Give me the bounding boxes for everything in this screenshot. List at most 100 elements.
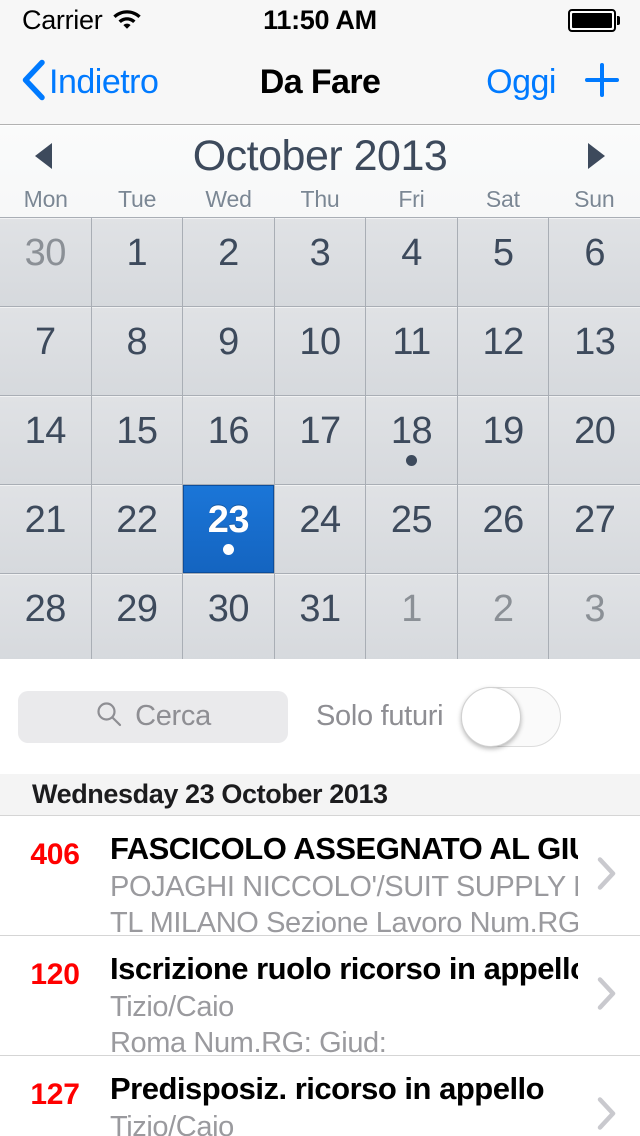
task-row[interactable]: 406 FASCICOLO ASSEGNATO AL GIU... POJAGHI …	[0, 816, 640, 939]
calendar-weekday-fri: Fri	[398, 186, 425, 212]
calendar-day-cell[interactable]: 12	[457, 307, 549, 395]
search-icon	[95, 700, 123, 733]
calendar-day-cell[interactable]: 1	[91, 218, 183, 306]
calendar-day-cell[interactable]: 2	[183, 218, 274, 306]
calendar-day-number: 17	[299, 410, 341, 452]
calendar-weekday-sun: Sun	[574, 186, 615, 212]
calendar-day-cell[interactable]: 19	[457, 396, 549, 484]
calendar-day-cell[interactable]: 9	[183, 307, 274, 395]
app-root: Carrier 11:50 AM Indietro Da Fare Oggi O…	[0, 0, 640, 1136]
calendar-day-number: 19	[482, 410, 524, 452]
calendar-day-cell[interactable]: 30	[183, 574, 274, 662]
navigation-bar: Indietro Da Fare Oggi	[0, 40, 640, 125]
calendar-day-number: 1	[126, 232, 148, 274]
task-row-body: Iscrizione ruolo ricorso in appello Tizio…	[110, 936, 640, 1062]
calendar-day-cell[interactable]: 27	[549, 485, 640, 573]
calendar-weekday-mon: Mon	[23, 186, 68, 212]
chevron-right-icon	[596, 855, 618, 896]
calendar-day-cell[interactable]: 24	[274, 485, 366, 573]
triangle-left-icon[interactable]	[22, 139, 66, 173]
calendar-day-number: 27	[574, 499, 616, 541]
battery-full-icon	[567, 8, 620, 32]
calendar-day-number: 21	[24, 499, 67, 541]
calendar-day-number: 26	[482, 499, 524, 541]
calendar-day-cell[interactable]: 17	[274, 396, 366, 484]
triangle-right-icon[interactable]	[574, 139, 618, 173]
calendar-widget: October 2013 Mon Tue Wed Thu Fri Sat Sun 30 1 2 3…	[0, 126, 640, 662]
calendar-day-cell[interactable]: 3	[549, 574, 640, 662]
calendar-day-cell[interactable]: 6	[549, 218, 640, 306]
calendar-day-cell[interactable]: 28	[0, 574, 91, 662]
calendar-day-cell[interactable]: 3	[274, 218, 366, 306]
calendar-day-cell[interactable]: 14	[0, 396, 91, 484]
calendar-day-cell[interactable]: 16	[183, 396, 274, 484]
calendar-day-cell[interactable]: 2	[457, 574, 549, 662]
calendar-day-cell[interactable]: 23	[183, 485, 274, 573]
future-only-toggle[interactable]	[461, 686, 562, 747]
task-row-sub1: POJAGHI NICCOLO'/SUIT SUPPLY ITAL...	[110, 870, 578, 903]
calendar-day-number: 9	[218, 321, 239, 363]
task-row[interactable]: 120 Iscrizione ruolo ricorso in appello Ti…	[0, 936, 640, 1059]
calendar-header: October 2013	[0, 126, 640, 186]
calendar-grid: 30 1 2 3 4 5 6 7 8 9 10 11 12 13 14 15 16 17 18 19 20 21 22 23 2…	[0, 217, 640, 662]
calendar-day-number: 7	[34, 321, 56, 363]
chevron-right-icon	[596, 1095, 618, 1136]
calendar-day-number: 22	[116, 499, 158, 541]
calendar-day-cell[interactable]: 31	[274, 574, 366, 662]
calendar-day-cell[interactable]: 1	[366, 574, 457, 662]
calendar-day-number: 15	[116, 410, 158, 452]
calendar-day-number: 20	[574, 410, 616, 452]
calendar-month-label: October 2013	[192, 131, 448, 180]
task-row-sub1: Tizio/Caio	[110, 1110, 234, 1136]
calendar-day-cell[interactable]: 29	[91, 574, 183, 662]
calendar-day-number: 29	[116, 588, 158, 630]
task-row-sub1: Tizio/Caio	[110, 990, 234, 1023]
status-bar: Carrier 11:50 AM	[0, 0, 640, 40]
calendar-day-number: 2	[492, 588, 514, 630]
calendar-day-number: 12	[482, 321, 524, 363]
calendar-day-cell[interactable]: 20	[549, 396, 640, 484]
search-input[interactable]: Cerca	[18, 690, 288, 743]
task-row-body: Predisposiz. ricorso in appello Tizio/Cai…	[110, 1056, 640, 1136]
calendar-day-cell[interactable]: 30	[0, 218, 91, 306]
calendar-day-cell[interactable]: 22	[91, 485, 183, 573]
calendar-day-cell[interactable]: 7	[0, 307, 91, 395]
calendar-day-cell[interactable]: 13	[549, 307, 640, 395]
calendar-day-cell[interactable]: 8	[91, 307, 183, 395]
calendar-day-cell[interactable]: 4	[366, 218, 457, 306]
calendar-day-cell[interactable]: 5	[457, 218, 549, 306]
task-list: Wednesday 23 October 2013 406 FASCICOLO A…	[0, 774, 640, 1136]
calendar-day-number: 5	[492, 232, 514, 274]
future-only-control: Solo futuri	[316, 686, 562, 747]
calendar-day-number: 25	[390, 499, 433, 541]
calendar-day-number: 11	[392, 321, 431, 363]
calendar-day-number: 3	[309, 232, 331, 274]
calendar-day-cell[interactable]: 21	[0, 485, 91, 573]
calendar-day-cell[interactable]: 26	[457, 485, 549, 573]
search-placeholder: Cerca	[135, 700, 211, 732]
today-button[interactable]: Oggi	[486, 63, 556, 102]
navigation-bar-right: Oggi	[486, 60, 622, 105]
calendar-day-number: 14	[24, 410, 67, 452]
calendar-day-cell[interactable]: 25	[366, 485, 457, 573]
task-row-number: 406	[30, 838, 80, 871]
calendar-day-number: 2	[218, 232, 239, 274]
calendar-weekday-tue: Tue	[118, 186, 157, 212]
calendar-day-number: 24	[299, 499, 341, 541]
task-row-number: 120	[30, 958, 80, 991]
calendar-day-cell[interactable]: 11	[366, 307, 457, 395]
task-row[interactable]: 127 Predisposiz. ricorso in appello Tizio/…	[0, 1056, 640, 1136]
calendar-day-number: 1	[401, 588, 422, 630]
search-toolbar: Cerca Solo futuri	[0, 659, 640, 774]
calendar-day-number: 30	[207, 588, 250, 630]
task-row-body: FASCICOLO ASSEGNATO AL GIU... POJAGHI NIC…	[110, 816, 640, 942]
plus-icon[interactable]	[582, 60, 622, 105]
calendar-day-cell[interactable]: 15	[91, 396, 183, 484]
calendar-day-cell[interactable]: 18	[366, 396, 457, 484]
task-row-title: FASCICOLO ASSEGNATO AL GIU...	[110, 831, 578, 866]
task-row-title: Predisposiz. ricorso in appello	[110, 1071, 545, 1106]
calendar-weekday-thu: Thu	[300, 186, 340, 212]
calendar-weekday-wed: Wed	[205, 186, 252, 212]
calendar-event-dot	[406, 455, 418, 466]
calendar-day-cell[interactable]: 10	[274, 307, 366, 395]
